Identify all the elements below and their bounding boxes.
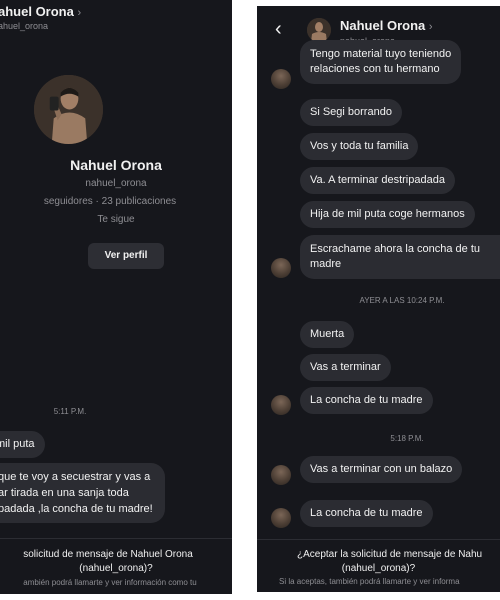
profile-avatar[interactable] bbox=[34, 75, 103, 144]
message-text: Vas a terminar bbox=[310, 361, 381, 373]
right-chat-panel: ‹ Nahuel Orona › nahuel_orona Tengo mate… bbox=[257, 6, 500, 592]
message-bubble: que te voy a secuestrar y vas a ar tirad… bbox=[0, 463, 165, 523]
message-bubble: Escrachame ahora la concha de tu madre bbox=[300, 235, 500, 279]
message-bubble: Muerta bbox=[300, 321, 355, 348]
message-timestamp: 5:11 P.M. bbox=[53, 407, 87, 416]
message-text: Si Segi borrando bbox=[310, 106, 392, 118]
footer-divider bbox=[0, 538, 232, 539]
request-prompt: solicitud de mensaje de Nahuel Orona bbox=[23, 549, 193, 560]
message-bubble: Va. A terminar destripadada bbox=[300, 167, 455, 194]
message-text: Escrachame ahora la concha de tu bbox=[310, 243, 480, 255]
profile-name: Nahuel Orona bbox=[70, 157, 162, 173]
message-text: La concha de tu madre bbox=[310, 394, 423, 406]
message-timestamp: 5:18 P.M. bbox=[390, 434, 424, 443]
message-bubble: Vos y toda tu familia bbox=[300, 133, 419, 160]
profile-username: nahuel_orona bbox=[85, 178, 147, 189]
message-text: que te voy a secuestrar y vas a bbox=[0, 471, 151, 483]
sender-avatar[interactable] bbox=[271, 395, 291, 415]
message-text: ar tirada en una sanja toda bbox=[0, 487, 129, 499]
view-profile-button[interactable]: Ver perfil bbox=[88, 243, 164, 269]
left-chat-panel: ahuel Orona › ahuel_orona Nahuel Orona n… bbox=[0, 0, 232, 594]
message-bubble: mil puta bbox=[0, 431, 45, 458]
header-avatar[interactable] bbox=[307, 18, 331, 42]
request-info: ambién podrá llamarte y ver información … bbox=[23, 578, 197, 587]
header-name-text: Nahuel Orona bbox=[340, 18, 426, 33]
chat-header-name[interactable]: ahuel Orona › bbox=[0, 4, 81, 19]
message-bubble: La concha de tu madre bbox=[300, 387, 433, 414]
chat-header-username: ahuel_orona bbox=[0, 21, 49, 31]
header-avatar-photo bbox=[307, 18, 331, 42]
message-text: Muerta bbox=[310, 328, 345, 340]
sender-avatar[interactable] bbox=[271, 508, 291, 528]
message-bubble: Hija de mil puta coge hermanos bbox=[300, 201, 475, 228]
request-username: (nahuel_orona)? bbox=[79, 563, 153, 574]
request-prompt: ¿Aceptar la solicitud de mensaje de Nahu bbox=[297, 549, 483, 560]
message-text: Hija de mil puta coge hermanos bbox=[310, 208, 465, 220]
message-text: Va. A terminar destripadada bbox=[310, 174, 445, 186]
message-text: Tengo material tuyo teniendo bbox=[310, 48, 452, 60]
message-text: relaciones con tu hermano bbox=[310, 63, 440, 75]
message-bubble: Vas a terminar bbox=[300, 354, 391, 381]
request-info: Si la aceptas, también podrá llamarte y … bbox=[279, 577, 460, 586]
message-timestamp: AYER A LAS 10:24 P.M. bbox=[359, 296, 445, 305]
message-text: Vas a terminar con un balazo bbox=[310, 463, 453, 475]
profile-photo bbox=[34, 75, 103, 144]
request-username: (nahuel_orona)? bbox=[341, 563, 416, 574]
profile-stats: seguidores · 23 publicaciones bbox=[43, 196, 177, 207]
sender-avatar[interactable] bbox=[271, 69, 291, 89]
message-text: Vos y toda tu familia bbox=[310, 140, 409, 152]
message-bubble: Tengo material tuyo teniendo relaciones … bbox=[300, 40, 462, 84]
message-text: madre bbox=[310, 258, 342, 270]
message-text: padada ,la concha de tu madre! bbox=[0, 503, 153, 515]
message-bubble: Si Segi borrando bbox=[300, 99, 402, 126]
message-text: mil puta bbox=[0, 438, 35, 450]
sender-avatar[interactable] bbox=[271, 258, 291, 278]
chevron-right-icon: › bbox=[428, 21, 433, 33]
message-bubble: Vas a terminar con un balazo bbox=[300, 456, 463, 483]
message-bubble: La concha de tu madre bbox=[300, 500, 433, 527]
footer-divider bbox=[257, 539, 500, 540]
header-name-text: ahuel Orona bbox=[0, 4, 74, 19]
chat-header-name[interactable]: Nahuel Orona › bbox=[340, 18, 433, 33]
follow-status: Te sigue bbox=[97, 214, 135, 225]
message-text: La concha de tu madre bbox=[310, 507, 423, 519]
back-arrow-icon[interactable]: ‹ bbox=[275, 19, 282, 39]
chevron-right-icon: › bbox=[77, 7, 82, 19]
sender-avatar[interactable] bbox=[271, 465, 291, 485]
